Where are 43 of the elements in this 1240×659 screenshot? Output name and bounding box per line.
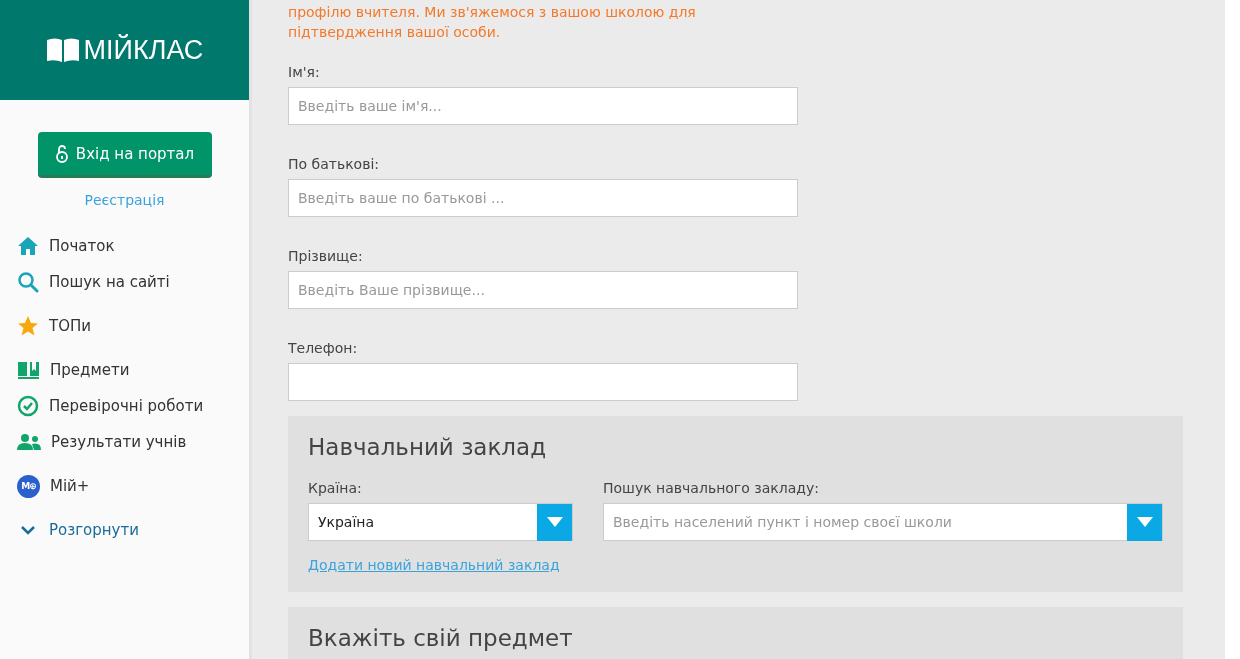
dropdown-arrow-icon	[1136, 517, 1153, 527]
nav-label: ТОПи	[49, 317, 91, 335]
field-label: По батькові:	[288, 156, 381, 172]
nav-item[interactable]: Пошук на сайті	[17, 270, 249, 294]
field-label: Ім'я:	[288, 64, 321, 80]
nav-label: Перевірочні роботи	[49, 397, 204, 415]
input-field[interactable]: Введіть ваше по батькові ...	[288, 179, 798, 217]
home-icon	[17, 236, 39, 256]
book-logo-icon	[45, 37, 80, 63]
country-select[interactable]: Україна	[308, 503, 573, 541]
field-label: Телефон:	[288, 340, 359, 356]
nav-label: Початок	[49, 237, 115, 255]
plus-badge-icon: M⊕	[17, 474, 40, 498]
nav-label: Розгорнути	[49, 521, 139, 539]
field-label: Прізвище:	[288, 248, 364, 264]
notice-text: профілю вчителя. Ми зв'яжемося з вашою школою для підтвердження вашої особи.	[288, 3, 697, 42]
check-circle-icon	[17, 395, 39, 417]
users-icon	[17, 433, 41, 451]
input-field[interactable]	[288, 363, 798, 401]
nav-label: Мій+	[50, 477, 90, 495]
logo-text: МІЙКЛАС	[83, 34, 204, 66]
dropdown-arrow-icon	[546, 517, 563, 527]
nav-item[interactable]: ТОПи	[17, 314, 249, 338]
input-field[interactable]: Введіть Ваше прізвище...	[288, 271, 798, 309]
nav-label: Предмети	[50, 361, 130, 379]
nav-item[interactable]: Початок	[17, 234, 249, 258]
input-field[interactable]: Введіть ваше ім'я...	[288, 87, 798, 125]
search-icon	[17, 271, 39, 293]
nav-label: Результати учнів	[51, 433, 187, 451]
nav-item[interactable]: Розгорнути	[17, 518, 249, 542]
nav-label: Пошук на сайті	[49, 273, 170, 291]
field-label: Пошук навчального закладу:	[603, 480, 820, 496]
nav-item[interactable]: Результати учнів	[17, 430, 249, 454]
nav-item[interactable]: Предмети	[17, 358, 249, 382]
book-icon	[17, 360, 40, 380]
unlock-icon	[54, 143, 69, 164]
nav-item[interactable]: Перевірочні роботи	[17, 394, 249, 418]
star-icon	[17, 315, 39, 337]
panel-title: Вкажіть свій предмет	[308, 625, 574, 651]
login-button[interactable]: Вхід на портал	[37, 132, 212, 178]
panel-title: Навчальний заклад	[308, 434, 548, 460]
field-label: Країна:	[308, 480, 363, 496]
nav-item[interactable]: M⊕ Мій+	[17, 474, 249, 498]
